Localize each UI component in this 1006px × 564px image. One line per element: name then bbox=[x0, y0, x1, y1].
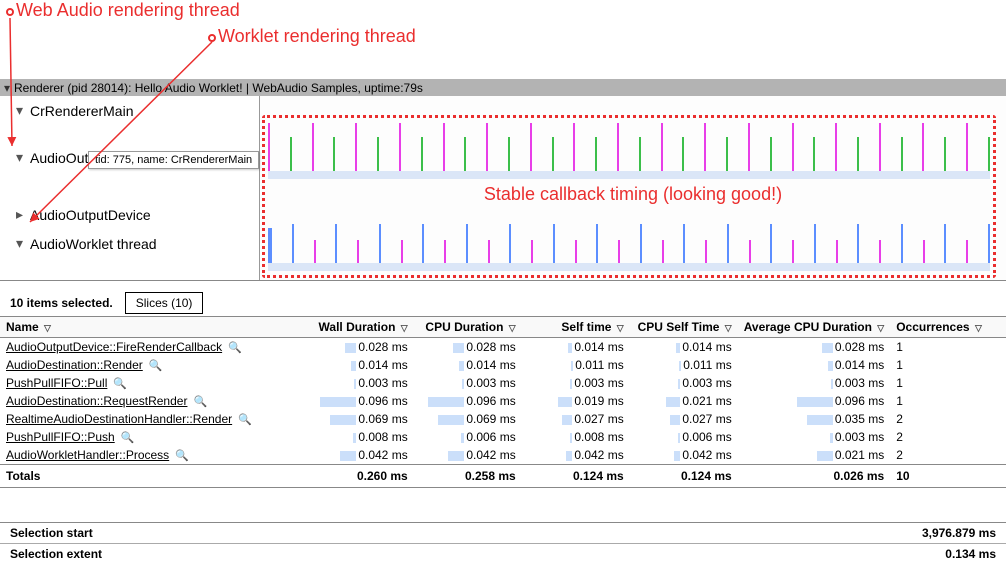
table-row[interactable]: AudioDestination::Render🔍0.014 ms0.014 m… bbox=[0, 356, 1006, 374]
annotation-worklet: Worklet rendering thread bbox=[208, 26, 416, 47]
selection-info: Selection start 3,976.879 ms Selection e… bbox=[0, 522, 1006, 564]
occ-cell: 2 bbox=[890, 410, 1006, 428]
annotation-circle-icon bbox=[208, 34, 216, 42]
table-row[interactable]: PushPullFIFO::Push🔍0.008 ms0.006 ms0.008… bbox=[0, 428, 1006, 446]
totals-row: Totals0.260 ms0.258 ms0.124 ms0.124 ms0.… bbox=[0, 465, 1006, 488]
occ-cell: 1 bbox=[890, 374, 1006, 392]
table-row[interactable]: PushPullFIFO::Pull🔍0.003 ms0.003 ms0.003… bbox=[0, 374, 1006, 392]
sort-icon: ▽ bbox=[975, 323, 982, 333]
waveform-baseline bbox=[268, 171, 990, 179]
track-panel: ▾ CrRendererMain ▾ AudioOutputDevice tid… bbox=[0, 96, 1006, 280]
sort-icon: ▽ bbox=[617, 323, 624, 333]
table-row[interactable]: AudioDestination::RequestRender🔍0.096 ms… bbox=[0, 392, 1006, 410]
slice-name-cell[interactable]: AudioWorkletHandler::Process🔍 bbox=[0, 446, 306, 465]
slices-table: Name ▽ Wall Duration ▽ CPU Duration ▽ Se… bbox=[0, 316, 1006, 488]
annotation-web-audio-text: Web Audio rendering thread bbox=[16, 0, 240, 20]
sort-icon: ▽ bbox=[401, 323, 408, 333]
waveform-audiooutput bbox=[268, 121, 990, 171]
thread-tooltip: tid: 775, name: CrRendererMain bbox=[88, 151, 259, 169]
sort-icon: ▽ bbox=[509, 323, 516, 333]
track-label-column: ▾ CrRendererMain ▾ AudioOutputDevice tid… bbox=[0, 96, 260, 280]
vertical-split[interactable] bbox=[0, 280, 1006, 281]
disclosure-down-icon[interactable]: ▾ bbox=[4, 81, 14, 95]
col-cpu[interactable]: CPU Duration ▽ bbox=[414, 317, 522, 338]
track-audioworklet[interactable]: ▾ AudioWorklet thread bbox=[0, 229, 259, 258]
tooltip-text: tid: 775, name: CrRendererMain bbox=[95, 154, 252, 166]
slice-name-cell[interactable]: AudioDestination::Render🔍 bbox=[0, 356, 306, 374]
slice-name-cell[interactable]: PushPullFIFO::Push🔍 bbox=[0, 428, 306, 446]
col-wall[interactable]: Wall Duration ▽ bbox=[306, 317, 414, 338]
slice-name-cell[interactable]: PushPullFIFO::Pull🔍 bbox=[0, 374, 306, 392]
magnify-icon[interactable]: 🔍 bbox=[175, 450, 189, 462]
slice-name-cell[interactable]: AudioDestination::RequestRender🔍 bbox=[0, 392, 306, 410]
occ-cell: 1 bbox=[890, 338, 1006, 357]
track-label: AudioWorklet thread bbox=[30, 236, 157, 252]
disclosure-down-icon[interactable]: ▾ bbox=[16, 149, 26, 166]
occ-cell: 2 bbox=[890, 428, 1006, 446]
sort-icon: ▽ bbox=[44, 323, 51, 333]
waveform-audioworklet bbox=[268, 216, 990, 266]
selection-extent-value: 0.134 ms bbox=[945, 547, 996, 561]
track-audiooutputdevice-2[interactable]: ▸ AudioOutputDevice bbox=[0, 200, 259, 229]
renderer-process-header[interactable]: ▾ Renderer (pid 28014): Hello Audio Work… bbox=[0, 79, 1006, 96]
slices-table-wrap: Name ▽ Wall Duration ▽ CPU Duration ▽ Se… bbox=[0, 316, 1006, 488]
slice-name-cell[interactable]: RealtimeAudioDestinationHandler::Render🔍 bbox=[0, 410, 306, 428]
occ-cell: 2 bbox=[890, 446, 1006, 465]
selection-extent-label: Selection extent bbox=[10, 547, 102, 561]
disclosure-down-icon[interactable]: ▾ bbox=[16, 102, 26, 119]
table-header-row: Name ▽ Wall Duration ▽ CPU Duration ▽ Se… bbox=[0, 317, 1006, 338]
track-crrenderermain[interactable]: ▾ CrRendererMain bbox=[0, 96, 259, 125]
table-row[interactable]: RealtimeAudioDestinationHandler::Render🔍… bbox=[0, 410, 1006, 428]
annotation-web-audio: Web Audio rendering thread bbox=[6, 0, 240, 21]
table-row[interactable]: AudioWorkletHandler::Process🔍0.042 ms0.0… bbox=[0, 446, 1006, 465]
selection-header: 10 items selected. Slices (10) bbox=[0, 290, 1006, 316]
annotation-circle-icon bbox=[6, 8, 14, 16]
magnify-icon[interactable]: 🔍 bbox=[113, 378, 127, 390]
selection-start-value: 3,976.879 ms bbox=[922, 526, 996, 540]
magnify-icon[interactable]: 🔍 bbox=[149, 360, 163, 372]
callout-text: Stable callback timing (looking good!) bbox=[484, 184, 782, 205]
occ-cell: 1 bbox=[890, 356, 1006, 374]
track-label: CrRendererMain bbox=[30, 103, 133, 119]
col-name[interactable]: Name ▽ bbox=[0, 317, 306, 338]
disclosure-down-icon[interactable]: ▾ bbox=[16, 235, 26, 252]
disclosure-right-icon[interactable]: ▸ bbox=[16, 206, 26, 223]
magnify-icon[interactable]: 🔍 bbox=[121, 432, 135, 444]
waveform-baseline bbox=[268, 263, 990, 271]
renderer-header-text: Renderer (pid 28014): Hello Audio Workle… bbox=[14, 81, 423, 95]
magnify-icon[interactable]: 🔍 bbox=[238, 414, 252, 426]
col-avg-cpu[interactable]: Average CPU Duration ▽ bbox=[738, 317, 891, 338]
annotation-worklet-text: Worklet rendering thread bbox=[218, 26, 416, 46]
occ-cell: 1 bbox=[890, 392, 1006, 410]
slice-name-cell[interactable]: AudioOutputDevice::FireRenderCallback🔍 bbox=[0, 338, 306, 357]
col-self[interactable]: Self time ▽ bbox=[522, 317, 630, 338]
sort-icon: ▽ bbox=[725, 323, 732, 333]
magnify-icon[interactable]: 🔍 bbox=[193, 396, 207, 408]
track-visualization[interactable]: Stable callback timing (looking good!) bbox=[260, 96, 1006, 280]
sort-icon: ▽ bbox=[877, 323, 884, 333]
col-cpu-self[interactable]: CPU Self Time ▽ bbox=[630, 317, 738, 338]
col-occ[interactable]: Occurrences ▽ bbox=[890, 317, 1006, 338]
table-row[interactable]: AudioOutputDevice::FireRenderCallback🔍0.… bbox=[0, 338, 1006, 357]
magnify-icon[interactable]: 🔍 bbox=[228, 342, 242, 354]
selection-start-label: Selection start bbox=[10, 526, 93, 540]
track-label: AudioOutputDevice bbox=[30, 207, 151, 223]
items-selected-label: 10 items selected. bbox=[10, 296, 113, 310]
slices-tab-button[interactable]: Slices (10) bbox=[125, 292, 204, 314]
